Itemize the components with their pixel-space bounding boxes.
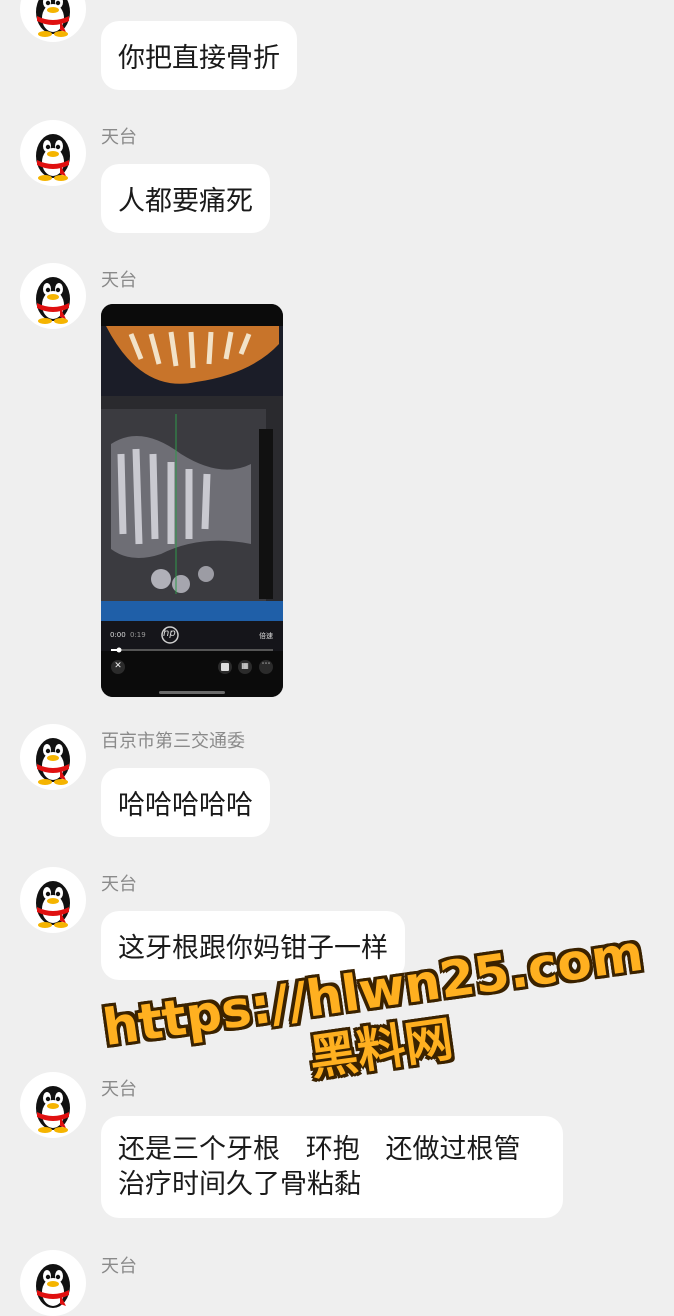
avatar[interactable]	[20, 867, 86, 933]
message-text: 你把直接骨折	[118, 43, 280, 74]
message-bubble[interactable]: 你把直接骨折	[101, 21, 297, 90]
video-speed-label[interactable]: 倍速	[259, 631, 273, 641]
avatar[interactable]	[20, 1072, 86, 1138]
message-text-line: 治疗时间久了骨粘黏	[118, 1169, 361, 1200]
penguin-avatar-icon	[36, 738, 70, 785]
message-bubble[interactable]: 人都要痛死	[101, 164, 270, 233]
penguin-avatar-icon	[36, 0, 70, 37]
avatar[interactable]	[20, 724, 86, 790]
sender-name: 天台	[101, 874, 137, 895]
penguin-avatar-icon	[36, 134, 70, 181]
video-frame	[101, 304, 283, 697]
video-duration: 0:19	[130, 631, 146, 639]
sender-name: 百京市第三交通委	[101, 731, 245, 752]
sender-name: 天台	[101, 1256, 137, 1277]
message-text: 这牙根跟你妈钳子一样	[118, 933, 388, 964]
video-brand-logo: hp	[163, 628, 176, 639]
message-text: 哈哈哈哈哈	[118, 790, 253, 821]
more-icon[interactable]: ⋯	[260, 659, 272, 671]
message-bubble[interactable]: 哈哈哈哈哈	[101, 768, 270, 837]
avatar[interactable]	[20, 263, 86, 329]
video-message[interactable]: 0:00 0:19 hp 倍速 ✕ ▦ ⋯	[101, 304, 283, 697]
avatar[interactable]	[20, 1250, 86, 1316]
sender-name: 天台	[101, 270, 137, 291]
message-text: 人都要痛死	[118, 186, 253, 217]
video-elapsed-time: 0:00	[110, 631, 126, 639]
close-icon[interactable]: ✕	[113, 661, 123, 673]
sender-name: 天台	[101, 127, 137, 148]
penguin-avatar-icon	[36, 277, 70, 324]
penguin-avatar-icon	[36, 1086, 70, 1133]
avatar[interactable]	[20, 0, 86, 42]
grid-icon[interactable]: ▦	[240, 661, 250, 671]
screenshot-icon[interactable]	[221, 663, 229, 671]
avatar[interactable]	[20, 120, 86, 186]
penguin-avatar-icon	[36, 1264, 70, 1308]
penguin-avatar-icon	[36, 881, 70, 928]
